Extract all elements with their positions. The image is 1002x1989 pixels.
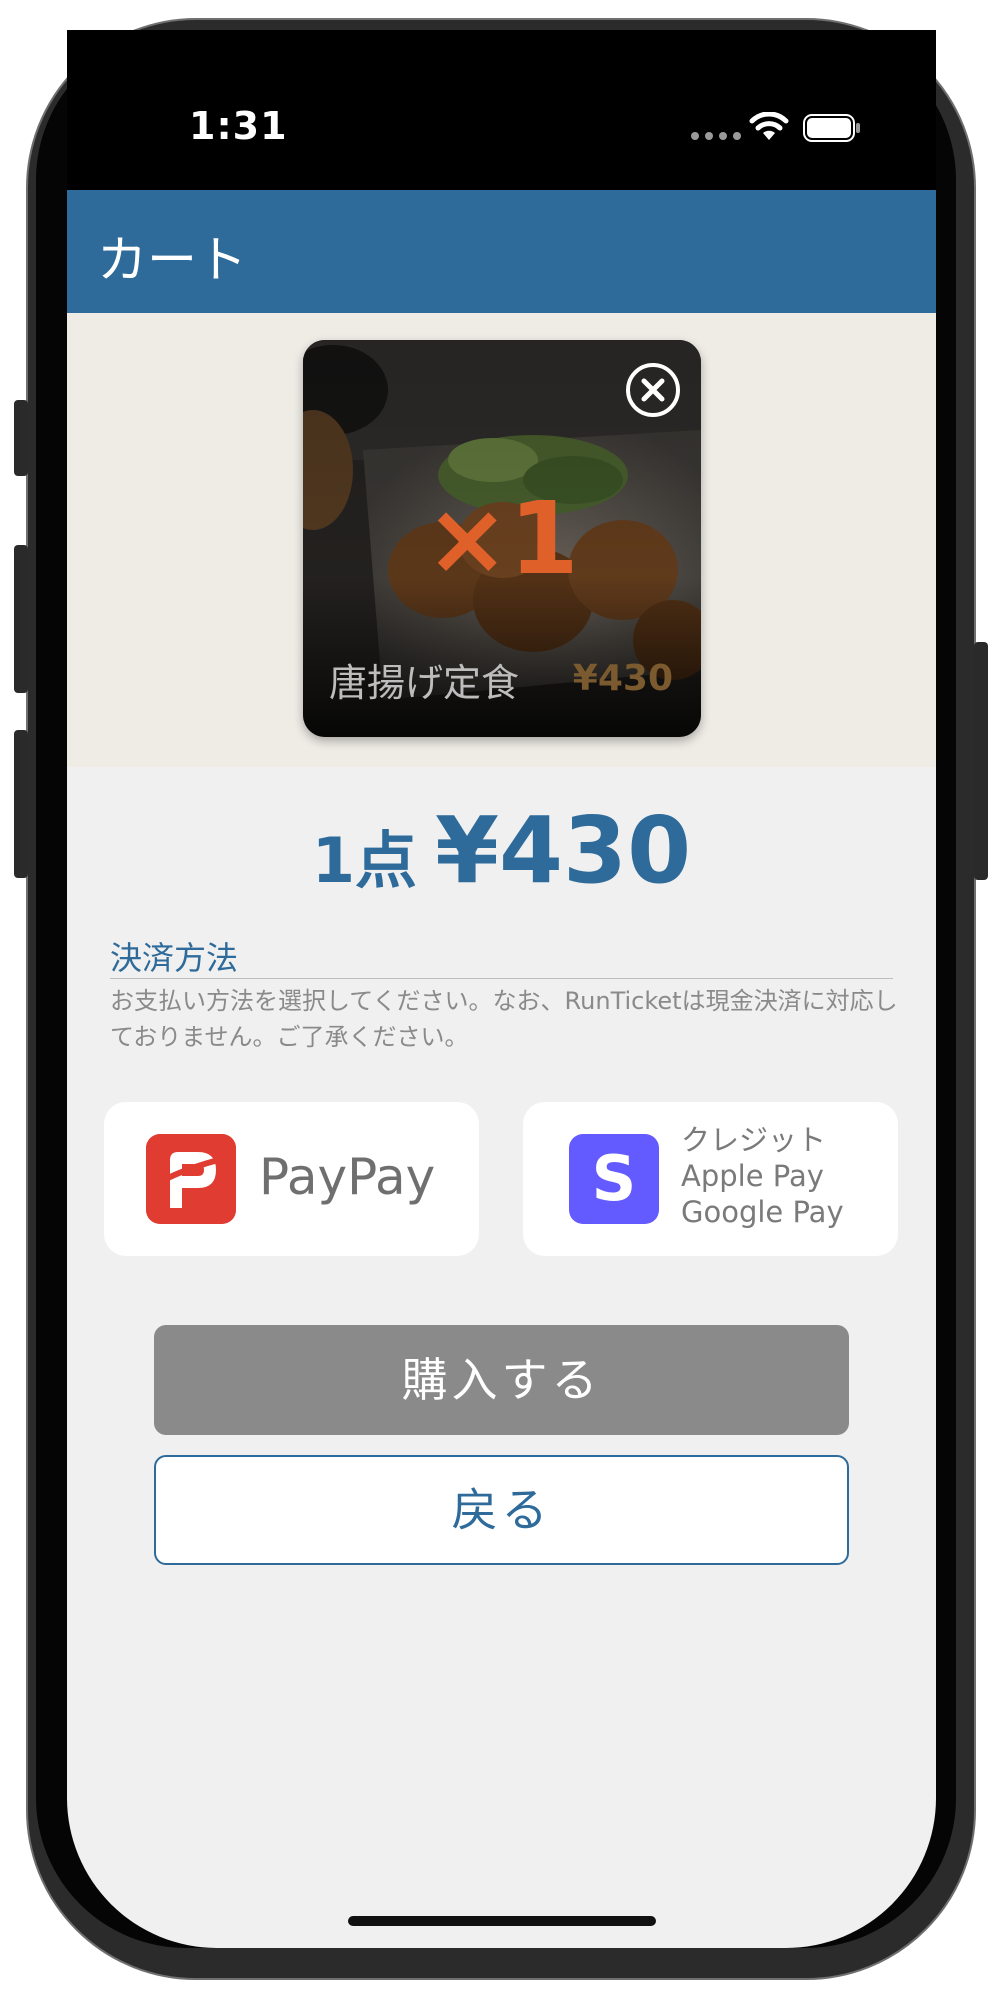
item-price: ¥430 bbox=[572, 658, 673, 699]
paypay-logo-icon bbox=[146, 1134, 236, 1224]
remove-item-close-icon[interactable] bbox=[625, 362, 681, 418]
card-payment-labels: クレジット Apple Pay Google Pay bbox=[681, 1122, 844, 1230]
item-count: 1点 bbox=[311, 824, 418, 897]
item-quantity: ×1 bbox=[425, 480, 579, 597]
home-indicator[interactable] bbox=[348, 1916, 656, 1926]
cart-items-area: ×1 唐揚げ定食 ¥430 bbox=[67, 313, 936, 767]
mute-switch bbox=[14, 400, 28, 476]
cellular-signal-icon bbox=[691, 132, 741, 140]
power-button bbox=[974, 642, 988, 880]
wifi-icon bbox=[749, 112, 789, 140]
screen: 1:31 カート ×1 唐揚げ定食 ¥430 1点 ¥430 決済方法 お支払い… bbox=[67, 30, 936, 1948]
card-payment-option[interactable]: S クレジット Apple Pay Google Pay bbox=[523, 1102, 898, 1256]
item-name: 唐揚げ定食 bbox=[329, 661, 520, 705]
checkout-panel: 1点 ¥430 決済方法 お支払い方法を選択してください。なお、RunTicket… bbox=[67, 767, 936, 1948]
volume-down-button bbox=[14, 730, 28, 878]
payment-method-description: お支払い方法を選択してください。なお、RunTicketは現金決済に対応しており… bbox=[110, 987, 898, 1051]
cart-item-card[interactable]: ×1 唐揚げ定食 ¥430 bbox=[303, 340, 701, 737]
card-label-credit: クレジット bbox=[681, 1123, 827, 1157]
paypay-label: PayPay bbox=[259, 1148, 436, 1206]
back-button[interactable]: 戻る bbox=[154, 1455, 849, 1565]
card-label-apple-pay: Apple Pay bbox=[681, 1159, 824, 1193]
status-time: 1:31 bbox=[189, 104, 288, 148]
page-title: カート bbox=[97, 231, 247, 289]
paypay-payment-option[interactable]: PayPay bbox=[104, 1102, 479, 1256]
purchase-button[interactable]: 購入する bbox=[154, 1325, 849, 1435]
total-amount: ¥430 bbox=[435, 797, 692, 904]
stripe-logo-icon: S bbox=[569, 1134, 659, 1224]
volume-up-button bbox=[14, 545, 28, 693]
payment-method-heading: 決済方法 bbox=[110, 939, 239, 977]
order-total: 1点 ¥430 bbox=[67, 797, 936, 904]
card-label-google-pay: Google Pay bbox=[681, 1195, 844, 1229]
status-bar: 1:31 bbox=[67, 30, 936, 190]
navigation-bar: カート bbox=[67, 190, 936, 313]
battery-icon bbox=[803, 114, 860, 142]
section-divider bbox=[110, 978, 893, 979]
